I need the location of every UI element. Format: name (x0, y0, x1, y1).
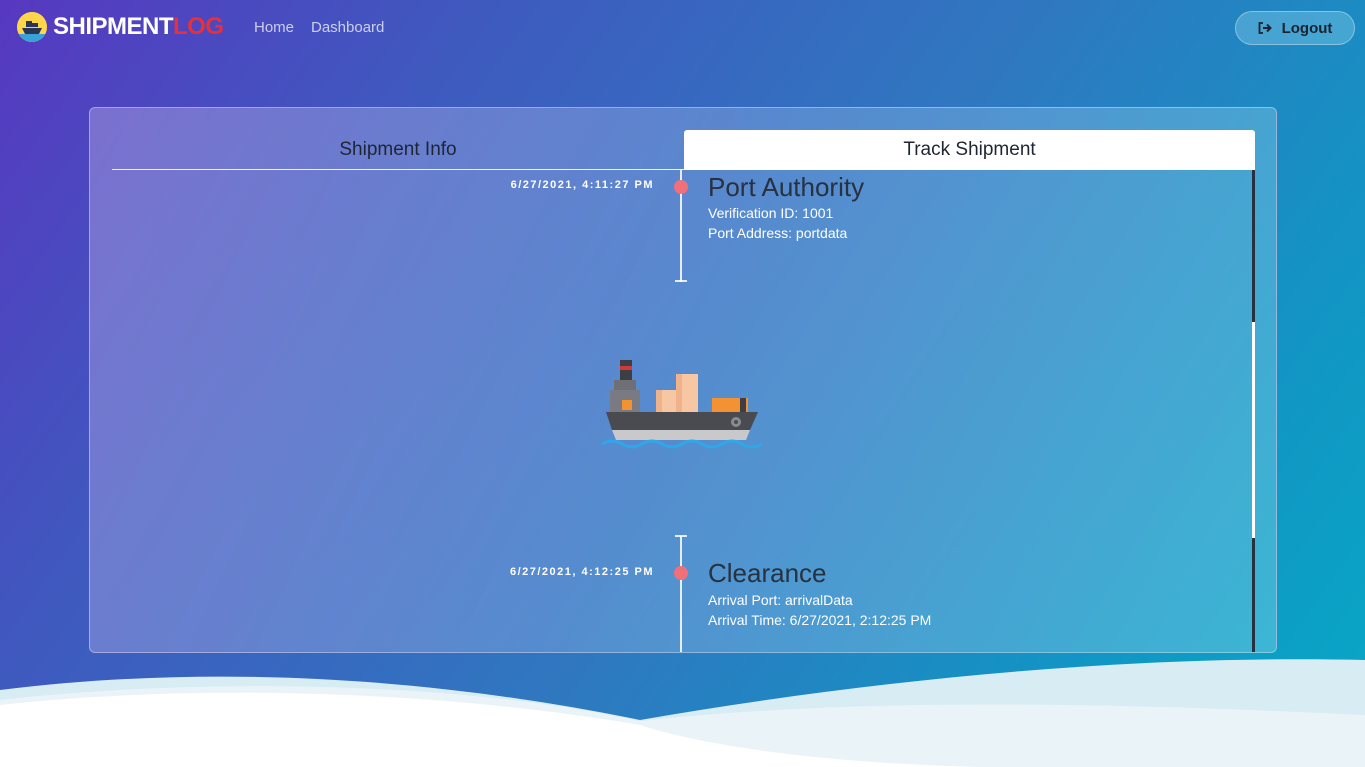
timeline-title: Clearance (708, 558, 827, 588)
timeline-line (680, 536, 682, 652)
navbar: SHIPMENTLOG Home Dashboard Logout (0, 0, 1365, 56)
wave-decoration (0, 659, 1365, 767)
timeline-line-cap (675, 280, 687, 282)
brand-name-part2: LOG (173, 13, 224, 40)
brand-name: SHIPMENTLOG (53, 12, 224, 42)
timeline-detail: Arrival Time: 6/27/2021, 2:12:25 PM (708, 612, 932, 628)
scrollbar-track-top (1252, 170, 1255, 322)
timeline-title: Port Authority (708, 172, 865, 202)
timeline-dot (674, 566, 688, 580)
tab-track-shipment[interactable]: Track Shipment (684, 130, 1255, 170)
cargo-ship-logo-icon (17, 12, 47, 42)
logout-button[interactable]: Logout (1235, 11, 1355, 45)
brand-name-part1: SHIPMENT (53, 13, 174, 40)
logout-label: Logout (1281, 19, 1333, 37)
sign-out-icon (1258, 22, 1272, 34)
timeline-timestamp: 6/27/2021, 4:11:27 PM (510, 179, 654, 191)
cargo-ship-icon (601, 358, 763, 455)
scrollbar-thumb[interactable] (1252, 322, 1255, 538)
timeline-detail: Verification ID: 1001 (708, 205, 834, 221)
tab-shipment-info[interactable]: Shipment Info (112, 130, 684, 170)
scrollbar-track-bottom (1252, 538, 1255, 652)
brand[interactable]: SHIPMENTLOG (17, 12, 224, 42)
timeline-detail: Arrival Port: arrivalData (708, 592, 853, 608)
timeline-dot (674, 180, 688, 194)
timeline-timestamp: 6/27/2021, 4:12:25 PM (509, 566, 654, 578)
timeline-detail: Port Address: portdata (708, 225, 848, 241)
nav-link-dashboard[interactable]: Dashboard (311, 19, 384, 36)
shipment-card: Shipment Info Track Shipment 6/27/2021, … (89, 107, 1277, 653)
nav-link-home[interactable]: Home (254, 19, 294, 36)
